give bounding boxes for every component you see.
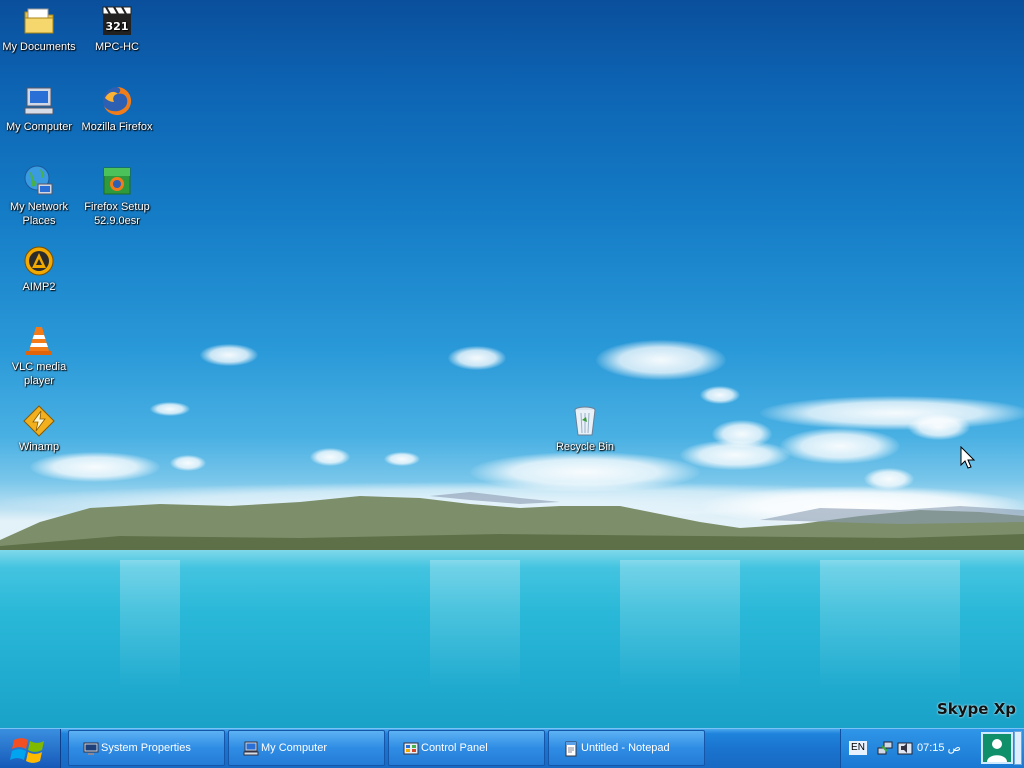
desktop-icon-vlc-media-player[interactable]: VLC media player (0, 324, 78, 388)
taskbar-button-label: System Properties (101, 742, 191, 754)
taskbar: System Properties My Computer Control Pa… (0, 728, 1024, 768)
firefox-icon (103, 86, 132, 115)
taskbar-button-control-panel[interactable]: Control Panel (388, 730, 545, 766)
desktop-icon-label: Recycle Bin (555, 441, 615, 453)
cloud (760, 396, 1024, 430)
cloud (30, 452, 160, 482)
desktop-icon-mpc-hc[interactable]: 321 MPC-HC (78, 4, 156, 54)
desktop-icon-label: VLC media player (11, 361, 67, 387)
taskbar-button-notepad[interactable]: Untitled - Notepad (548, 730, 705, 766)
control-panel-icon (403, 742, 419, 755)
taskbar-button-label: Control Panel (421, 742, 488, 754)
water-reflection (120, 560, 180, 690)
traffic-cone-icon (26, 327, 52, 355)
notepad-icon (565, 741, 577, 757)
aimp-icon (24, 246, 54, 276)
desktop-background: My Documents 321 MPC-HC My Computer Mozi… (0, 0, 1024, 728)
cloud (170, 455, 206, 471)
desktop-icon-my-network-places[interactable]: My Network Places (0, 164, 78, 228)
lightning-icon (23, 405, 55, 437)
cloud (700, 386, 740, 404)
clock[interactable]: 07:15 ص (917, 741, 961, 754)
cloud (712, 420, 772, 448)
taskbar-button-system-properties[interactable]: System Properties (68, 730, 225, 766)
water-reflection (820, 560, 960, 690)
desktop-icon-mozilla-firefox[interactable]: Mozilla Firefox (78, 84, 156, 134)
taskbar-edge-handle[interactable] (1014, 731, 1022, 765)
speaker-tray-icon[interactable] (897, 740, 913, 756)
language-indicator[interactable]: EN (849, 741, 867, 755)
desktop-icon-my-documents[interactable]: My Documents (0, 4, 78, 54)
recycle-bin-icon (574, 406, 596, 436)
desktop-icon-recycle-bin[interactable]: Recycle Bin (546, 404, 624, 454)
cloud (780, 428, 900, 464)
folder-icon (24, 8, 54, 34)
desktop-icon-my-computer[interactable]: My Computer (0, 84, 78, 134)
desktop-icon-winamp[interactable]: Winamp (0, 404, 78, 454)
brand-watermark: Skype Xp (937, 700, 1016, 718)
user-avatar-icon[interactable] (981, 732, 1013, 764)
cloud (384, 452, 420, 466)
hills (0, 492, 1024, 560)
cloud (150, 402, 190, 416)
desktop-icon-label: Firefox Setup 52.9.0esr (84, 201, 150, 227)
desktop-icon-label: AIMP2 (22, 281, 56, 293)
cloud (310, 448, 350, 466)
desktop-icon-aimp2[interactable]: AIMP2 (0, 244, 78, 294)
computer-icon (24, 87, 54, 115)
desktop-icon-label: My Network Places (9, 201, 69, 227)
desktop-icon-label: MPC-HC (95, 41, 139, 53)
svg-text:321: 321 (106, 20, 129, 33)
monitor-icon (83, 742, 99, 755)
start-button[interactable] (0, 729, 61, 768)
system-tray: EN 07:15 ص (840, 729, 1024, 768)
network-tray-icon[interactable] (877, 740, 893, 756)
user-silhouette-icon (987, 739, 1007, 762)
desktop-icon-label: My Documents (2, 41, 76, 53)
cloud (448, 346, 506, 370)
taskbar-button-my-computer[interactable]: My Computer (228, 730, 385, 766)
clapperboard-icon: 321 (102, 6, 132, 35)
desktop-icon-label: My Computer (5, 121, 73, 133)
installer-box-icon (103, 167, 131, 195)
desktop-icon-label: Mozilla Firefox (81, 121, 153, 133)
desktop-icon-label: Winamp (18, 441, 60, 453)
water-reflection (620, 560, 740, 690)
windows-logo-icon (10, 738, 44, 763)
water-reflection (430, 560, 520, 690)
mouse-pointer-icon (960, 446, 976, 469)
taskbar-button-label: My Computer (261, 742, 328, 754)
cloud (908, 414, 970, 440)
desktop-icon-firefox-setup[interactable]: Firefox Setup 52.9.0esr (78, 164, 156, 228)
network-globe-icon (24, 165, 53, 195)
computer-icon (243, 741, 259, 756)
cloud (200, 344, 258, 366)
taskbar-button-label: Untitled - Notepad (581, 742, 670, 754)
cloud (596, 340, 726, 380)
